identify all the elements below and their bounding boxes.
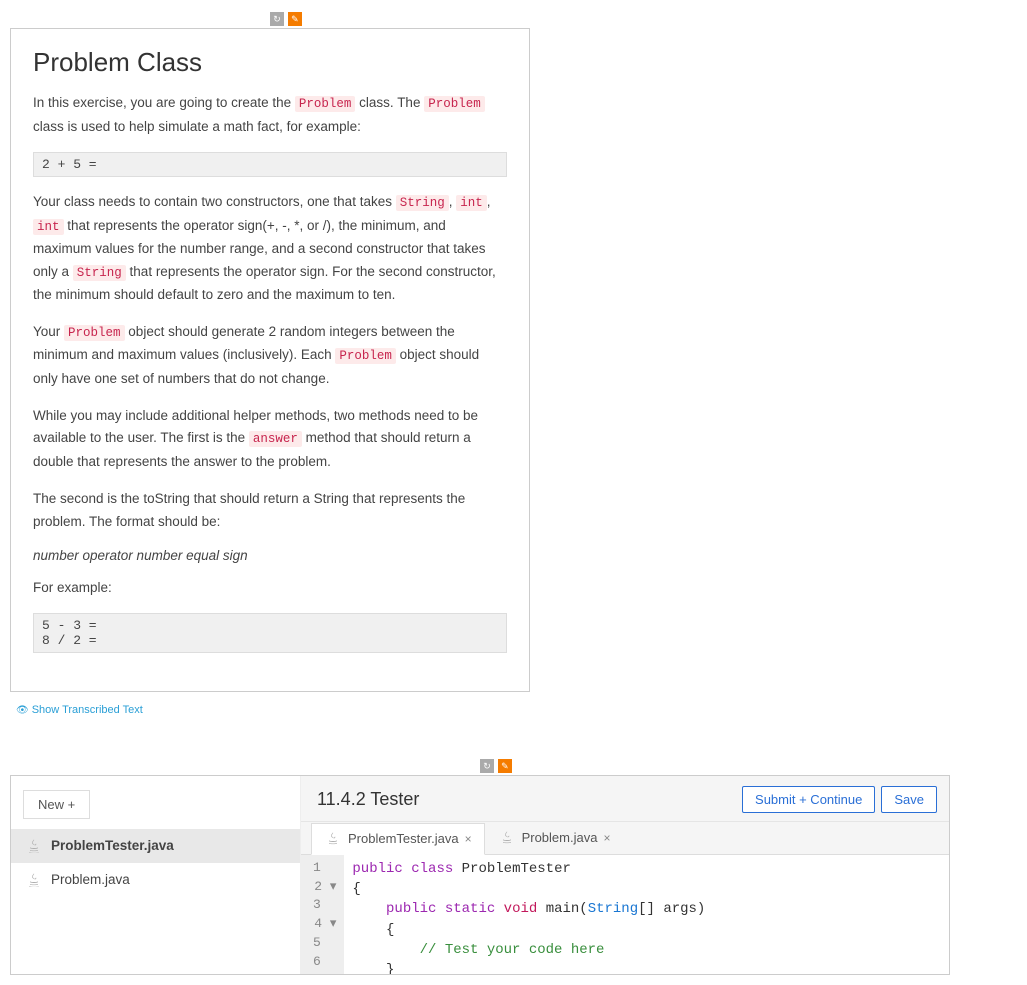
code-problem: Problem — [335, 348, 396, 364]
code-int: int — [33, 219, 64, 235]
problem-paragraph-1: In this exercise, you are going to creat… — [33, 92, 507, 138]
editor-actions: Submit + Continue Save — [742, 786, 937, 813]
edit-icon[interactable]: ✎ — [288, 12, 302, 26]
eye-icon: 👁 — [16, 705, 29, 716]
problem-paragraph-4: While you may include additional helper … — [33, 405, 507, 474]
java-icon — [25, 871, 43, 889]
code-problem: Problem — [64, 325, 125, 341]
example-block-1: 2 + 5 = — [33, 152, 507, 177]
problem-badges: ↻ ✎ — [270, 10, 1017, 26]
code-string: String — [396, 195, 449, 211]
line-gutter: 1 2 ▾ 3 4 ▾ 5 6 7 — [301, 855, 344, 974]
java-icon — [324, 830, 342, 848]
file-label: ProblemTester.java — [51, 838, 174, 853]
tab-label: Problem.java — [522, 830, 598, 845]
code-editor[interactable]: 1 2 ▾ 3 4 ▾ 5 6 7 public class ProblemTe… — [301, 855, 949, 974]
new-file-button[interactable]: New + — [23, 790, 90, 819]
tab-bar: ProblemTester.java × Problem.java × — [301, 822, 949, 855]
close-icon[interactable]: × — [603, 831, 610, 845]
problem-card: Problem Class In this exercise, you are … — [10, 28, 530, 692]
submit-continue-button[interactable]: Submit + Continue — [742, 786, 875, 813]
problem-title: Problem Class — [33, 47, 507, 78]
tab-problem[interactable]: Problem.java × — [485, 822, 624, 854]
editor-badges: ↻ ✎ — [480, 756, 1017, 772]
code-int: int — [456, 195, 487, 211]
editor-panel: New + ProblemTester.java Problem.java 11… — [10, 775, 950, 975]
save-button[interactable]: Save — [881, 786, 937, 813]
tab-problemtester[interactable]: ProblemTester.java × — [311, 823, 485, 855]
java-icon — [25, 837, 43, 855]
format-spec: number operator number equal sign — [33, 548, 507, 563]
editor-title: 11.4.2 Tester — [317, 789, 419, 810]
file-item-problem[interactable]: Problem.java — [11, 863, 300, 897]
refresh-icon[interactable]: ↻ — [480, 759, 494, 773]
editor-main: 11.4.2 Tester Submit + Continue Save Pro… — [301, 776, 949, 974]
problem-paragraph-3: Your Problem object should generate 2 ra… — [33, 321, 507, 390]
code-string: String — [73, 265, 126, 281]
tab-label: ProblemTester.java — [348, 831, 459, 846]
show-transcribed-link[interactable]: 👁Show Transcribed Text — [16, 704, 1017, 716]
file-tree: New + ProblemTester.java Problem.java — [11, 776, 301, 974]
file-item-problemtester[interactable]: ProblemTester.java — [11, 829, 300, 863]
file-label: Problem.java — [51, 872, 130, 887]
close-icon[interactable]: × — [465, 832, 472, 846]
edit-icon[interactable]: ✎ — [498, 759, 512, 773]
code-problem: Problem — [295, 96, 356, 112]
code-problem: Problem — [424, 96, 485, 112]
refresh-icon[interactable]: ↻ — [270, 12, 284, 26]
code-answer: answer — [249, 431, 302, 447]
problem-paragraph-5: The second is the toString that should r… — [33, 488, 507, 534]
java-icon — [498, 829, 516, 847]
problem-paragraph-6: For example: — [33, 577, 507, 600]
code-content[interactable]: public class ProblemTester { public stat… — [344, 855, 713, 974]
problem-paragraph-2: Your class needs to contain two construc… — [33, 191, 507, 307]
example-block-2: 5 - 3 = 8 / 2 = — [33, 613, 507, 653]
editor-header: 11.4.2 Tester Submit + Continue Save — [301, 776, 949, 822]
